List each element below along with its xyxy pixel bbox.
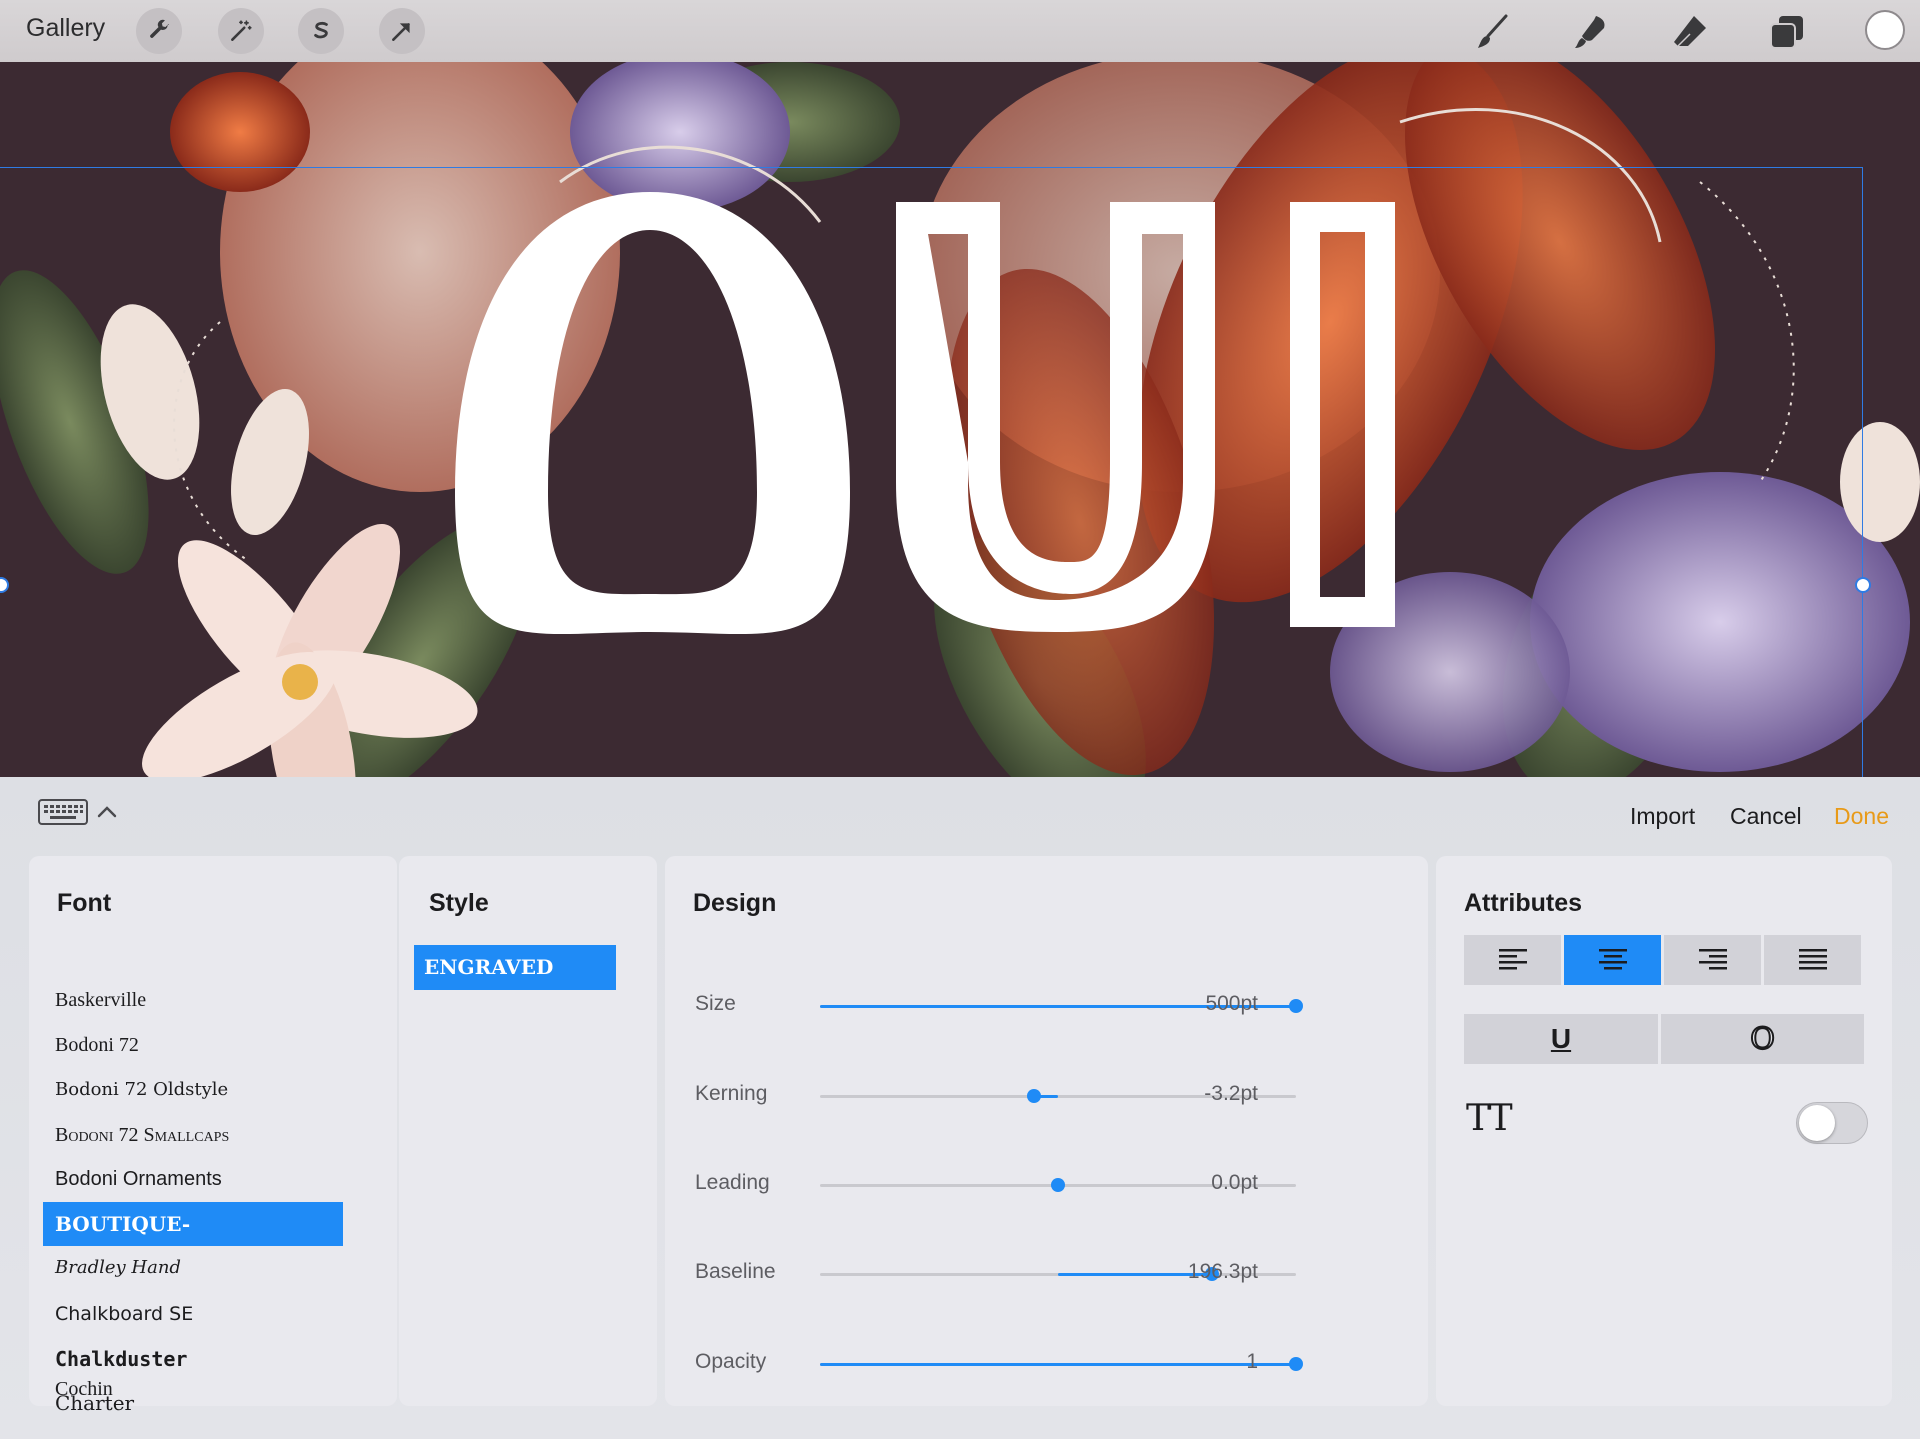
font-item-bodoni-ornaments[interactable]: Bodoni Ornaments <box>29 1157 329 1201</box>
top-toolbar: Gallery <box>0 0 1920 62</box>
size-label: Size <box>695 992 736 1015</box>
opacity-slider-fill <box>820 1363 1296 1366</box>
magic-wand-icon <box>231 20 252 41</box>
attributes-title: Attributes <box>1464 889 1583 917</box>
align-right-button[interactable] <box>1664 935 1761 985</box>
toggle-knob <box>1799 1105 1835 1141</box>
opacity-slider-row: Opacity 1 <box>665 1344 1303 1384</box>
align-left-button[interactable] <box>1464 935 1561 985</box>
selection-button[interactable] <box>298 8 344 54</box>
all-caps-label: TT <box>1466 1098 1513 1139</box>
outline-text-icon: O <box>1749 1021 1776 1058</box>
kerning-value: -3.2pt <box>1204 1082 1258 1105</box>
brush-icon <box>1478 14 1508 48</box>
smudge-icon <box>1575 16 1605 48</box>
eraser-tool-button[interactable] <box>1668 10 1712 54</box>
smudge-tool-button[interactable] <box>1568 10 1612 54</box>
chevron-up-icon[interactable] <box>96 803 118 819</box>
text-edit-panel: Import Cancel Done Font Baskerville Bodo… <box>0 777 1920 1439</box>
align-justify-icon <box>1798 949 1827 970</box>
font-item-cochin[interactable]: Cochin <box>29 1369 329 1409</box>
layers-icon <box>1770 16 1803 49</box>
font-card: Font Baskerville Bodoni 72 Bodoni 72 Old… <box>29 856 397 1415</box>
text-selection-right-edge <box>1862 167 1863 777</box>
font-item-chalkboard-se[interactable]: Chalkboard SE <box>29 1292 329 1336</box>
size-slider-row: Size 500pt <box>665 986 1303 1026</box>
style-item-engraved[interactable]: ENGRAVED <box>414 945 616 990</box>
right-resize-handle[interactable] <box>1855 577 1871 593</box>
transform-arrow-icon <box>392 23 410 41</box>
leading-slider-row: Leading 0.0pt <box>665 1165 1296 1205</box>
design-card: Design Size 500pt Kerning -3.2pt Leading… <box>665 856 1428 1406</box>
align-center-button[interactable] <box>1564 935 1661 985</box>
size-value: 500pt <box>1205 992 1258 1015</box>
font-item-bradley-hand[interactable]: Bradley Hand <box>29 1246 329 1290</box>
font-item-bodoni-72[interactable]: Bodoni 72 <box>29 1023 329 1067</box>
gallery-button[interactable]: Gallery <box>26 14 105 43</box>
transform-button[interactable] <box>379 8 425 54</box>
align-right-icon <box>1698 949 1727 970</box>
text-selection-top-edge <box>0 167 1862 168</box>
font-title: Font <box>57 889 112 917</box>
leading-slider-knob[interactable] <box>1051 1178 1065 1192</box>
align-justify-button[interactable] <box>1764 935 1861 985</box>
kerning-slider-row: Kerning -3.2pt <box>665 1076 1296 1116</box>
selection-s-icon <box>314 21 328 39</box>
kerning-label: Kerning <box>695 1082 768 1105</box>
kerning-slider-knob[interactable] <box>1027 1089 1041 1103</box>
keyboard-icon[interactable] <box>38 799 88 825</box>
import-button[interactable]: Import <box>1630 803 1695 830</box>
underline-button[interactable]: U <box>1464 1014 1658 1064</box>
all-caps-toggle[interactable] <box>1796 1102 1868 1144</box>
layers-button[interactable] <box>1765 10 1809 54</box>
eraser-icon <box>1674 16 1706 47</box>
actions-button[interactable] <box>136 8 182 54</box>
baseline-slider-row: Baseline 196.3pt <box>665 1254 1296 1294</box>
baseline-value: 196.3pt <box>1187 1260 1258 1283</box>
style-title: Style <box>429 889 489 917</box>
floral-artwork <box>0 62 1920 777</box>
leading-label: Leading <box>695 1171 770 1194</box>
opacity-value: 1 <box>1246 1350 1258 1373</box>
brush-tool-button[interactable] <box>1470 10 1514 54</box>
cancel-button[interactable]: Cancel <box>1730 803 1802 830</box>
baseline-label: Baseline <box>695 1260 776 1283</box>
done-button[interactable]: Done <box>1834 803 1889 830</box>
attributes-card: Attributes U O TT <box>1436 856 1892 1406</box>
leading-value: 0.0pt <box>1211 1171 1258 1194</box>
size-slider-knob[interactable] <box>1289 999 1303 1013</box>
opacity-label: Opacity <box>695 1350 767 1373</box>
color-picker-button[interactable] <box>1865 10 1905 50</box>
align-center-icon <box>1598 949 1627 970</box>
font-item-boutique[interactable]: BOUTIQUE- <box>43 1202 343 1246</box>
font-item-bodoni-72-smallcaps[interactable]: Bodoni 72 Smallcaps <box>29 1113 329 1157</box>
drawing-canvas[interactable] <box>0 62 1920 777</box>
align-left-icon <box>1498 949 1527 970</box>
outline-button[interactable]: O <box>1661 1014 1864 1064</box>
wrench-icon <box>150 19 169 38</box>
font-item-baskerville[interactable]: Baskerville <box>29 978 329 1022</box>
opacity-slider-knob[interactable] <box>1289 1357 1303 1371</box>
adjustments-button[interactable] <box>218 8 264 54</box>
style-card: Style ENGRAVED <box>399 856 657 1406</box>
font-item-bodoni-72-oldstyle[interactable]: Bodoni 72 Oldstyle <box>29 1068 329 1112</box>
design-title: Design <box>693 889 777 917</box>
